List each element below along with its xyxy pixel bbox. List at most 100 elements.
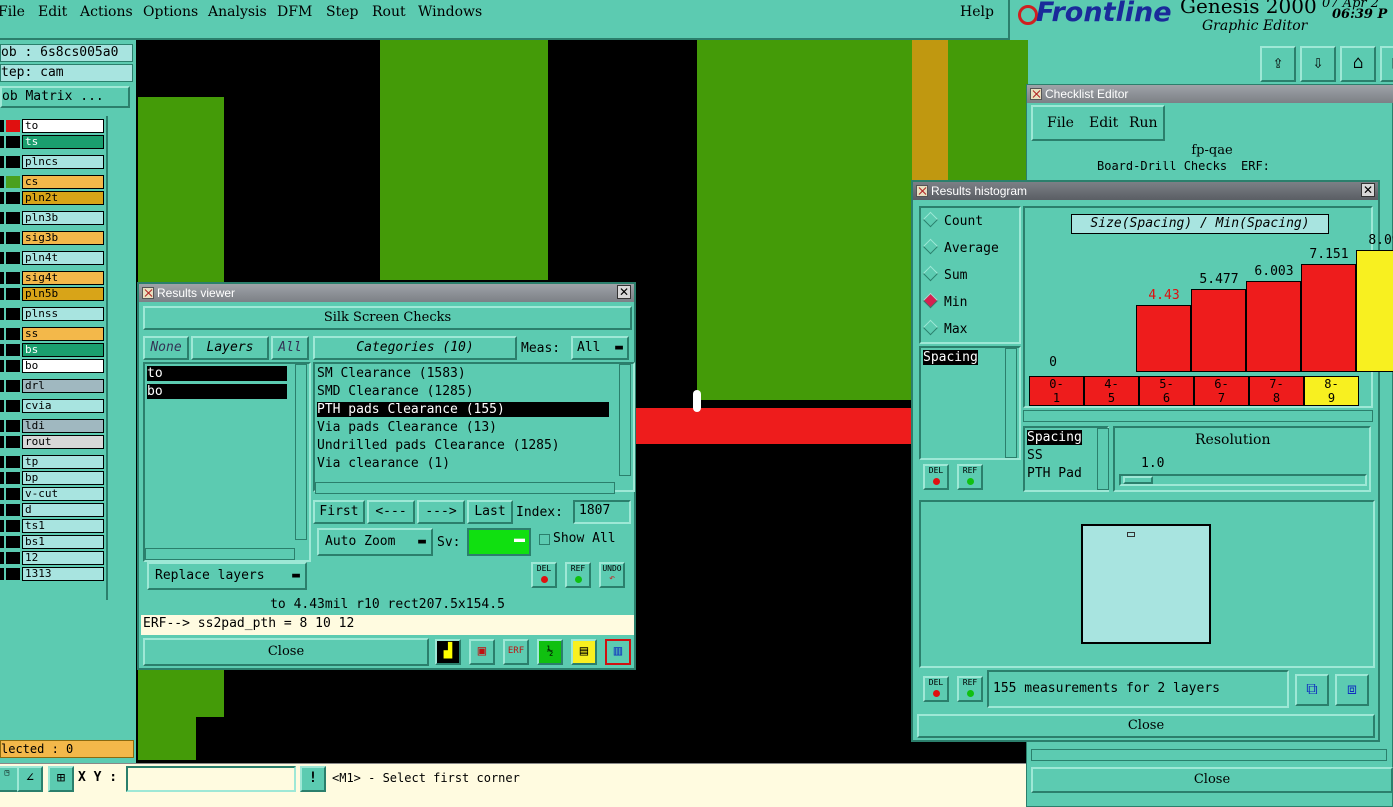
layer-swatch[interactable] xyxy=(0,536,4,548)
layer-color-swatch[interactable] xyxy=(6,120,20,132)
layer-color-swatch[interactable] xyxy=(6,568,20,580)
menu-edit[interactable]: Edit xyxy=(38,4,67,20)
results-titlebar[interactable]: Results viewer ✕ xyxy=(139,284,634,302)
radio-icon[interactable] xyxy=(922,319,939,336)
layer-swatch[interactable] xyxy=(0,156,4,168)
menu-rout[interactable]: Rout xyxy=(372,4,406,20)
checklist-row[interactable]: Board-Drill Checks ERF: xyxy=(1031,161,1393,175)
layer-color-swatch[interactable] xyxy=(6,552,20,564)
layer-row[interactable]: ts xyxy=(0,134,106,150)
category-item[interactable]: Undrilled pads Clearance (1285) xyxy=(317,438,560,453)
layer-color-swatch[interactable] xyxy=(6,328,20,340)
category-item[interactable]: Via clearance (1) xyxy=(317,456,450,471)
histogram-bar[interactable] xyxy=(1136,305,1191,372)
layers-none-button[interactable]: None xyxy=(143,336,189,360)
histogram-close-button[interactable]: Close xyxy=(917,714,1375,738)
layer-swatch[interactable] xyxy=(0,176,4,188)
ref-button[interactable]: REF xyxy=(565,562,591,588)
menu-help[interactable]: Help xyxy=(960,4,994,20)
layer-name[interactable]: pln5b xyxy=(22,287,104,301)
layer-row[interactable]: v-cut xyxy=(0,486,106,502)
histogram-bin[interactable]: 8- 9 xyxy=(1304,376,1359,406)
resolution-slider[interactable] xyxy=(1119,474,1367,486)
layer-color-swatch[interactable] xyxy=(6,456,20,468)
del-button[interactable]: DEL xyxy=(531,562,557,588)
layer-swatch[interactable] xyxy=(0,308,4,320)
layer-name[interactable]: ts xyxy=(22,135,104,149)
window-menu-icon[interactable] xyxy=(142,287,154,299)
layer-name[interactable]: plncs xyxy=(22,155,104,169)
layer-color-swatch[interactable] xyxy=(6,436,20,448)
layer-row[interactable]: sig4t xyxy=(0,270,106,286)
layer-name[interactable]: 1313 xyxy=(22,567,104,581)
radio-icon[interactable] xyxy=(922,238,939,255)
histogram-icon[interactable]: ▥ xyxy=(605,639,631,665)
layer-color-swatch[interactable] xyxy=(6,156,20,168)
window-menu-icon[interactable] xyxy=(916,185,928,197)
histogram-bin[interactable]: 5- 6 xyxy=(1139,376,1194,406)
layer-color-swatch[interactable] xyxy=(6,232,20,244)
layer-row[interactable]: ss xyxy=(0,326,106,342)
layer-row[interactable]: cvia xyxy=(0,398,106,414)
layer-swatch[interactable] xyxy=(0,568,4,580)
histogram-bin[interactable]: 7- 8 xyxy=(1249,376,1304,406)
layer-color-swatch[interactable] xyxy=(6,520,20,532)
layer-color-swatch[interactable] xyxy=(6,252,20,264)
layer-swatch[interactable] xyxy=(0,272,4,284)
layer-color-swatch[interactable] xyxy=(6,472,20,484)
download-icon[interactable]: ⇩ xyxy=(1300,46,1336,82)
layer-row[interactable]: ts1 xyxy=(0,518,106,534)
checklist-menu-file[interactable]: File xyxy=(1047,115,1074,131)
mark-icon[interactable]: ▟ xyxy=(435,639,461,665)
layer-color-swatch[interactable] xyxy=(6,192,20,204)
layer-name[interactable]: bs1 xyxy=(22,535,104,549)
layer-item[interactable]: to xyxy=(147,366,287,381)
histogram-bin[interactable]: 4- 5 xyxy=(1084,376,1139,406)
layer-name[interactable]: ts1 xyxy=(22,519,104,533)
close-icon[interactable]: ✕ xyxy=(1361,183,1375,197)
home-icon[interactable]: ⌂ xyxy=(1340,46,1376,82)
layers-button[interactable]: Layers xyxy=(191,336,269,360)
option-max[interactable]: Max xyxy=(922,319,967,337)
categories-button[interactable]: Categories (10) xyxy=(313,336,517,360)
layer-row[interactable]: 1313 xyxy=(0,566,106,582)
layer-row[interactable]: ldi xyxy=(0,418,106,434)
layer-swatch[interactable] xyxy=(0,436,4,448)
layer-name[interactable]: cs xyxy=(22,175,104,189)
layer-vscroll[interactable] xyxy=(295,364,307,540)
erf-icon[interactable]: ERF xyxy=(503,639,529,665)
menu-step[interactable]: Step xyxy=(326,4,358,20)
index-input[interactable]: 1807 xyxy=(573,500,631,524)
grid-icon[interactable]: ⊞ xyxy=(48,766,74,792)
histogram-bar[interactable] xyxy=(1301,264,1356,372)
histogram-bin[interactable]: 0- 1 xyxy=(1029,376,1084,406)
layer-row[interactable]: pln2t xyxy=(0,190,106,206)
layer-row[interactable]: plncs xyxy=(0,154,106,170)
category-item[interactable]: Via pads Clearance (13) xyxy=(317,420,497,435)
import-icon[interactable]: ⧈ xyxy=(1335,674,1369,706)
layer-swatch[interactable] xyxy=(0,520,4,532)
layer-name[interactable]: bs xyxy=(22,343,104,357)
layer-name[interactable]: sig3b xyxy=(22,231,104,245)
warning-icon[interactable]: ! xyxy=(300,766,326,792)
histogram-titlebar[interactable]: Results histogram ✕ xyxy=(913,182,1378,200)
layers-all-button[interactable]: All xyxy=(271,336,309,360)
layer-swatch[interactable] xyxy=(0,344,4,356)
radio-icon[interactable] xyxy=(922,211,939,228)
layer-color-swatch[interactable] xyxy=(6,380,20,392)
layer-color-swatch[interactable] xyxy=(6,136,20,148)
layer-name[interactable]: bp xyxy=(22,471,104,485)
histogram-del-button-2[interactable]: DEL xyxy=(923,676,949,702)
layer-swatch[interactable] xyxy=(0,504,4,516)
layer-row[interactable]: pln3b xyxy=(0,210,106,226)
menu-options[interactable]: Options xyxy=(143,4,198,20)
layer-row[interactable]: sig3b xyxy=(0,230,106,246)
layer-color-swatch[interactable] xyxy=(6,504,20,516)
histogram-ref-button-2[interactable]: REF xyxy=(957,676,983,702)
layer-swatch[interactable] xyxy=(0,232,4,244)
layer-color-swatch[interactable] xyxy=(6,400,20,412)
measurement-item[interactable]: Spacing xyxy=(923,350,978,365)
category-item[interactable]: SMD Clearance (1285) xyxy=(317,384,474,399)
layer-name[interactable]: ss xyxy=(22,327,104,341)
layer-swatch[interactable] xyxy=(0,328,4,340)
